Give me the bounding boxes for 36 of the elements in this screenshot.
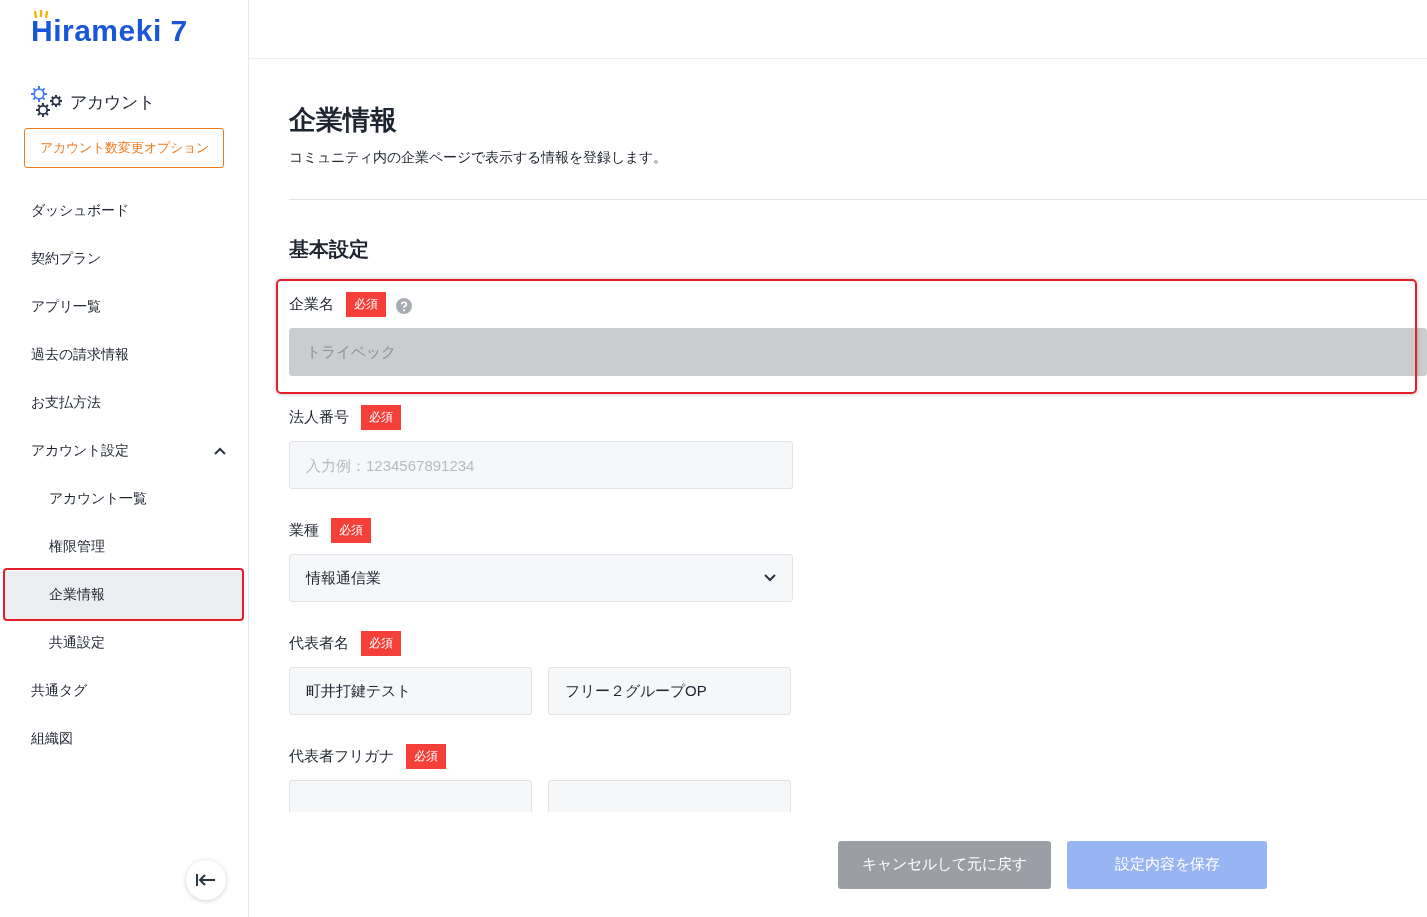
required-tag: 必須 bbox=[361, 404, 401, 430]
sidebar-item[interactable]: お支払方法 bbox=[0, 379, 248, 427]
collapse-button[interactable] bbox=[186, 860, 226, 900]
logo: Hirameki 7 bbox=[31, 14, 188, 47]
field-label: 代表者名 bbox=[289, 633, 349, 653]
sidebar-item[interactable]: 契約プラン bbox=[0, 235, 248, 283]
sidebar-item[interactable]: 共通タグ bbox=[0, 667, 248, 715]
input-field[interactable]: 入力例：1234567891234 bbox=[289, 441, 793, 489]
sun-rays-icon bbox=[34, 10, 48, 18]
required-tag: 必須 bbox=[331, 517, 371, 543]
sidebar-item[interactable]: 共通設定 bbox=[0, 619, 248, 667]
sidebar-item[interactable]: 組織図 bbox=[0, 715, 248, 763]
required-tag: 必須 bbox=[406, 743, 446, 769]
input-field[interactable]: 町井打鍵テスト bbox=[289, 667, 532, 715]
sidebar-item[interactable]: アカウント一覧 bbox=[0, 475, 248, 523]
sidebar-item[interactable]: 過去の請求情報 bbox=[0, 331, 248, 379]
sidebar-item[interactable]: アカウント設定 bbox=[0, 427, 248, 475]
field-label: 代表者フリガナ bbox=[289, 746, 394, 766]
required-tag: 必須 bbox=[361, 630, 401, 656]
page-title: 企業情報 bbox=[289, 104, 398, 137]
collapse-arrow-icon bbox=[196, 873, 216, 887]
required-tag: 必須 bbox=[346, 291, 386, 317]
input-field[interactable]: フリー２グループOP bbox=[548, 667, 791, 715]
page-description: コミュニティ内の企業ページで表示する情報を登録します。 bbox=[289, 149, 668, 167]
field-label: 企業名 bbox=[289, 294, 334, 314]
sidebar-item[interactable]: 企業情報 bbox=[5, 571, 242, 619]
section-heading: 基本設定 bbox=[289, 237, 370, 262]
sidebar-item[interactable]: 権限管理 bbox=[0, 523, 248, 571]
gears-icon bbox=[30, 85, 64, 119]
select-field[interactable]: 情報通信業 bbox=[289, 554, 793, 602]
field-label: 業種 bbox=[289, 520, 319, 540]
account-title: アカウント bbox=[70, 91, 155, 114]
chevron-down-icon bbox=[764, 574, 776, 582]
field-label: 法人番号 bbox=[289, 407, 349, 427]
sidebar-item[interactable]: アプリ一覧 bbox=[0, 283, 248, 331]
sidebar-item[interactable]: ダッシュボード bbox=[0, 187, 248, 235]
